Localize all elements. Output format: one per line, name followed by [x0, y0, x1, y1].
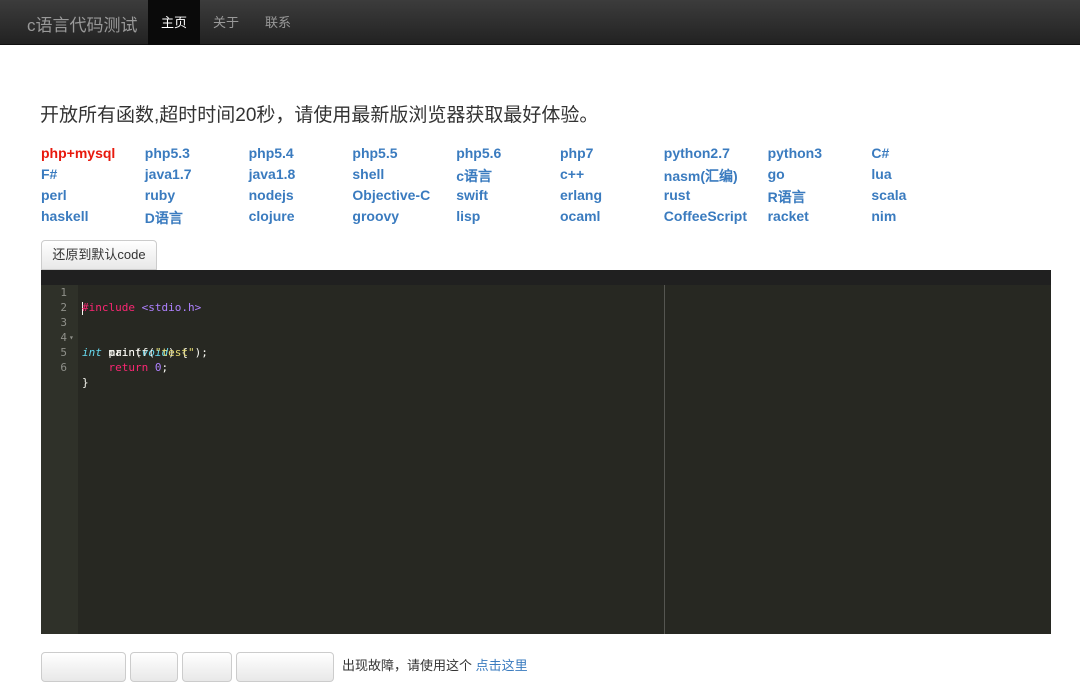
line-number: 6 — [60, 361, 67, 374]
language-link[interactable]: rust — [664, 187, 768, 208]
notice-text: 开放所有函数,超时时间20秒，请使用最新版浏览器获取最好体验。 — [40, 105, 599, 126]
nav-item-home[interactable]: 主页 — [148, 0, 201, 45]
line-content: return 0; — [108, 361, 169, 374]
code-line: 4 printf("test"); — [41, 315, 1051, 359]
language-link[interactable]: Objective-C — [352, 187, 456, 208]
language-link[interactable]: perl — [41, 187, 145, 208]
nav-item-about[interactable]: 关于 — [200, 0, 252, 45]
language-link[interactable]: D语言 — [145, 208, 249, 229]
language-link[interactable]: shell — [352, 166, 456, 187]
code-line: 3 ▾ int main(void) { — [41, 300, 1051, 359]
brand-title[interactable]: c语言代码测试 — [27, 11, 138, 36]
language-link[interactable]: c++ — [560, 166, 664, 187]
bottom-button-4[interactable] — [236, 652, 334, 682]
language-link[interactable]: python3 — [768, 145, 872, 166]
language-link[interactable]: erlang — [560, 187, 664, 208]
code-line: 2 — [41, 285, 1051, 314]
fault-tip-text: 出现故障，请使用这个 — [342, 658, 473, 673]
line-content: } — [82, 376, 89, 389]
bottom-button-1[interactable] — [41, 652, 126, 682]
reset-default-code-button[interactable]: 还原到默认code — [41, 240, 157, 270]
language-link[interactable]: CoffeeScript — [664, 208, 768, 229]
bottom-button-3[interactable] — [182, 652, 232, 682]
fault-tip: 出现故障，请使用这个 点击这里 — [342, 652, 528, 680]
language-link[interactable]: ocaml — [560, 208, 664, 229]
language-link[interactable]: lisp — [456, 208, 560, 229]
language-link[interactable]: php5.3 — [145, 145, 249, 166]
nav-item-contact[interactable]: 联系 — [252, 0, 304, 45]
language-link[interactable]: scala — [871, 187, 975, 208]
language-link[interactable]: java1.8 — [249, 166, 353, 187]
code-editor[interactable]: 1 #include <stdio.h> 2 3 ▾ int main(void… — [41, 270, 1051, 634]
language-link[interactable]: nim — [871, 208, 975, 229]
language-link[interactable]: groovy — [352, 208, 456, 229]
code-line: 5 return 0; — [41, 330, 1051, 374]
language-link[interactable]: c语言 — [456, 166, 560, 187]
language-link[interactable]: php+mysql — [41, 145, 145, 166]
language-link[interactable]: C# — [871, 145, 975, 166]
language-link[interactable]: R语言 — [768, 187, 872, 208]
language-link[interactable]: python2.7 — [664, 145, 768, 166]
language-link[interactable]: php5.5 — [352, 145, 456, 166]
language-link[interactable]: haskell — [41, 208, 145, 229]
language-link[interactable]: F# — [41, 166, 145, 187]
language-link[interactable]: java1.7 — [145, 166, 249, 187]
top-navbar: c语言代码测试 主页 关于 联系 — [0, 0, 1080, 45]
language-link[interactable]: racket — [768, 208, 872, 229]
code-line: 1 #include <stdio.h> — [41, 270, 1051, 315]
language-link[interactable]: php5.4 — [249, 145, 353, 166]
language-link[interactable]: php5.6 — [456, 145, 560, 166]
language-link[interactable]: nasm(汇编) — [664, 166, 768, 187]
click-here-link[interactable]: 点击这里 — [476, 658, 528, 673]
code-line: 6 } — [41, 345, 1051, 389]
nav-menu: 主页 关于 联系 — [148, 0, 304, 45]
language-link[interactable]: swift — [456, 187, 560, 208]
language-link[interactable]: ruby — [145, 187, 249, 208]
language-link[interactable]: lua — [871, 166, 975, 187]
language-links: php+mysql php5.3 php5.4 php5.5 php5.6 php7 pyt… — [41, 145, 975, 229]
language-link[interactable]: go — [768, 166, 872, 187]
language-link[interactable]: nodejs — [249, 187, 353, 208]
language-link[interactable]: clojure — [249, 208, 353, 229]
bottom-button-2[interactable] — [130, 652, 178, 682]
language-link[interactable]: php7 — [560, 145, 664, 166]
bottom-toolbar: 出现故障，请使用这个 点击这里 — [41, 652, 528, 682]
